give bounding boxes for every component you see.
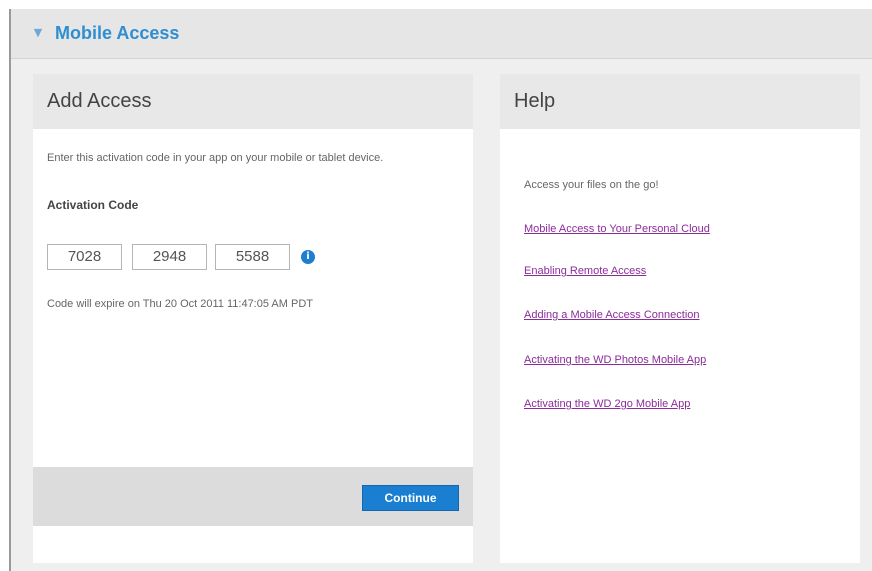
help-link-personal-cloud[interactable]: Mobile Access to Your Personal Cloud bbox=[524, 222, 710, 236]
chevron-down-icon[interactable]: ▼ bbox=[31, 26, 45, 40]
add-access-panel: Add Access Enter this activation code in… bbox=[33, 74, 473, 563]
add-access-header: Add Access bbox=[33, 74, 473, 129]
add-access-title: Add Access bbox=[47, 90, 152, 112]
activation-code-part-2: 2948 bbox=[132, 244, 207, 270]
continue-button[interactable]: Continue bbox=[362, 485, 459, 511]
info-icon[interactable]: i bbox=[301, 250, 315, 264]
help-title: Help bbox=[514, 90, 556, 112]
section-header[interactable]: ▼ Mobile Access bbox=[11, 9, 872, 59]
help-intro-text: Access your files on the go! bbox=[524, 179, 659, 191]
help-link-wd-2go[interactable]: Activating the WD 2go Mobile App bbox=[524, 397, 690, 411]
help-link-wd-photos[interactable]: Activating the WD Photos Mobile App bbox=[524, 353, 706, 367]
help-link-remote-access[interactable]: Enabling Remote Access bbox=[524, 264, 646, 278]
activation-code-part-1: 7028 bbox=[47, 244, 122, 270]
section-title[interactable]: Mobile Access bbox=[55, 20, 179, 46]
add-access-footer: Continue bbox=[33, 467, 473, 526]
help-panel: Help Access your files on the go! Mobile… bbox=[500, 74, 860, 563]
activation-code-label: Activation Code bbox=[47, 198, 139, 212]
code-expiry-text: Code will expire on Thu 20 Oct 2011 11:4… bbox=[47, 298, 313, 310]
help-header: Help bbox=[500, 74, 860, 129]
help-link-add-connection[interactable]: Adding a Mobile Access Connection bbox=[524, 308, 700, 322]
activation-code-part-3: 5588 bbox=[215, 244, 290, 270]
mobile-access-section: ▼ Mobile Access Add Access Enter this ac… bbox=[9, 9, 872, 571]
activation-instructions: Enter this activation code in your app o… bbox=[47, 152, 384, 164]
